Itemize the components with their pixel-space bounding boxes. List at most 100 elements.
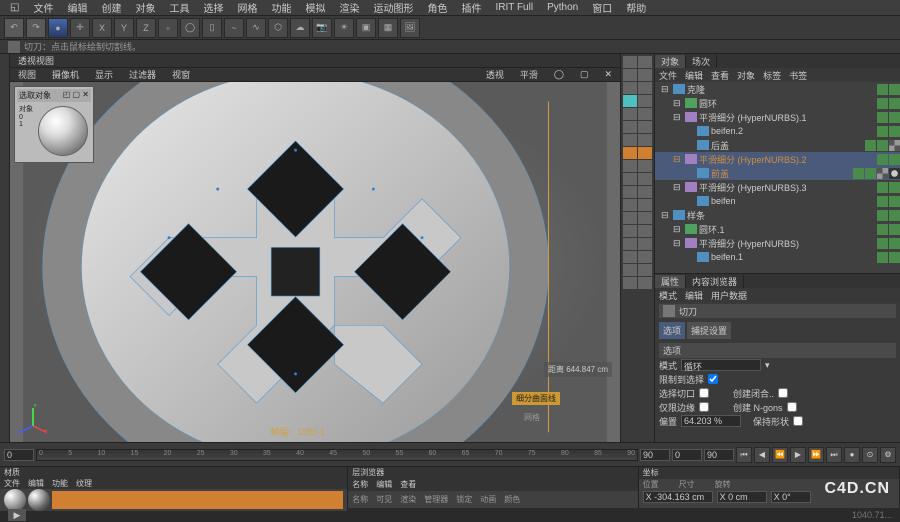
palette-icon[interactable] (623, 277, 637, 289)
mat-menu-item[interactable]: 功能 (48, 478, 72, 489)
vp-menu-显示[interactable]: 显示 (91, 68, 117, 81)
rot-x-input[interactable]: X 0° (771, 491, 811, 503)
options-tab[interactable]: 选项 (659, 322, 685, 339)
tag-green[interactable] (889, 210, 900, 221)
tl-range-b[interactable]: 90 (704, 449, 734, 461)
axis-button[interactable]: ✛ (70, 18, 90, 38)
menu-插件[interactable]: 插件 (455, 0, 487, 15)
tag-green[interactable] (877, 112, 888, 123)
expand-icon[interactable]: ⊟ (661, 84, 671, 95)
nurbs-button[interactable]: ∿ (246, 18, 266, 38)
menu-选择[interactable]: 选择 (197, 0, 229, 15)
pic-button[interactable]: 🖼 (400, 18, 420, 38)
axis-gizmo[interactable]: Y X Z (18, 404, 48, 434)
menu-角色[interactable]: 角色 (421, 0, 453, 15)
material-gradient[interactable] (52, 491, 343, 509)
tree-row[interactable]: ⊟样条 (655, 208, 900, 222)
palette-icon[interactable] (638, 264, 652, 276)
attr-checkbox[interactable] (787, 402, 797, 412)
expand-icon[interactable]: ⊟ (673, 154, 683, 165)
timeline-control[interactable]: ▶ (790, 447, 806, 463)
palette-icon[interactable] (638, 277, 652, 289)
tree-row[interactable]: beifen.2 (655, 124, 900, 138)
tag-green[interactable] (877, 154, 888, 165)
palette-icon[interactable] (638, 173, 652, 185)
expand-icon[interactable]: ⊟ (661, 210, 671, 221)
palette-icon[interactable] (623, 251, 637, 263)
vp-right-btn[interactable]: 透视 (482, 68, 508, 81)
mat-menu-item[interactable]: 纹理 (72, 478, 96, 489)
env-button[interactable]: ☁ (290, 18, 310, 38)
timeline-track[interactable]: 051015202530354045505560657075808590 (36, 449, 638, 461)
attr-tab[interactable]: 属性 (655, 275, 686, 288)
vp-menu-过滤器[interactable]: 过滤器 (125, 68, 160, 81)
tag-green[interactable] (877, 252, 888, 263)
menu-帮助[interactable]: 帮助 (620, 0, 652, 15)
palette-icon[interactable] (623, 199, 637, 211)
timeline-control[interactable]: ⊙ (862, 447, 878, 463)
tag-green[interactable] (889, 112, 900, 123)
obj-menu-标签[interactable]: 标签 (763, 69, 781, 82)
x-button[interactable]: X (92, 18, 112, 38)
coord-x-input[interactable]: X -304.163 cm (643, 491, 713, 503)
palette-icon[interactable] (623, 264, 637, 276)
timeline-control[interactable]: ⚙ (880, 447, 896, 463)
light-button[interactable]: ☀ (334, 18, 354, 38)
palette-icon[interactable] (638, 121, 652, 133)
palette-icon[interactable] (623, 160, 637, 172)
menu-IRIT Full[interactable]: IRIT Full (489, 2, 539, 13)
mode-dropdown[interactable]: 循环 (681, 359, 761, 371)
z-button[interactable]: Z (136, 18, 156, 38)
palette-icon[interactable] (638, 108, 652, 120)
tag-green[interactable] (877, 126, 888, 137)
palette-icon[interactable] (638, 56, 652, 68)
tag-green[interactable] (889, 98, 900, 109)
expand-icon[interactable]: ⊟ (673, 112, 683, 123)
menu-编辑[interactable]: 编辑 (61, 0, 93, 15)
cam-button[interactable]: 📷 (312, 18, 332, 38)
coord-tab[interactable]: 坐标 (639, 467, 663, 479)
timeline-control[interactable]: ⏭ (826, 447, 842, 463)
tag-green[interactable] (889, 238, 900, 249)
obj-menu-对象[interactable]: 对象 (737, 69, 755, 82)
tag-dot[interactable] (889, 168, 900, 179)
cube-button[interactable]: ▫ (158, 18, 178, 38)
tree-row[interactable]: ⊟平滑细分 (HyperNURBS).3 (655, 180, 900, 194)
tag-green[interactable] (889, 224, 900, 235)
object-tree[interactable]: ⊟克隆⊟圆环⊟平滑细分 (HyperNURBS).1beifen.2后盖⊟平滑细… (655, 82, 900, 273)
tree-row[interactable]: beifen.1 (655, 250, 900, 264)
menu-网格[interactable]: 网格 (231, 0, 263, 15)
obj-menu-查看[interactable]: 查看 (711, 69, 729, 82)
attr-menu-用户数据[interactable]: 用户数据 (711, 289, 747, 302)
tag-green[interactable] (889, 182, 900, 193)
sphere-button[interactable]: ◯ (180, 18, 200, 38)
palette-icon[interactable] (623, 95, 637, 107)
expand-icon[interactable]: ⊟ (673, 238, 683, 249)
layer-menu-item[interactable]: 查看 (396, 479, 420, 491)
attr-checkbox[interactable] (708, 374, 718, 384)
menu-对象[interactable]: 对象 (129, 0, 161, 15)
tag-green[interactable] (889, 252, 900, 263)
obj-menu-文件[interactable]: 文件 (659, 69, 677, 82)
palette-icon[interactable] (623, 238, 637, 250)
tree-row[interactable]: ⊟平滑细分 (HyperNURBS).2 (655, 152, 900, 166)
expand-icon[interactable]: ⊟ (673, 224, 683, 235)
timeline-control[interactable]: ◀ (754, 447, 770, 463)
layer-menu-item[interactable]: 编辑 (372, 479, 396, 491)
dropdown-arrow-icon[interactable]: ▾ (765, 360, 770, 371)
tl-start-input[interactable]: 0 (4, 449, 34, 461)
spline-button[interactable]: ~ (224, 18, 244, 38)
obj-menu-书签[interactable]: 书签 (789, 69, 807, 82)
palette-icon[interactable] (638, 251, 652, 263)
timeline-control[interactable]: ⏩ (808, 447, 824, 463)
palette-icon[interactable] (638, 134, 652, 146)
vp-menu-视图[interactable]: 视图 (14, 68, 40, 81)
obj-tab-场次[interactable]: 场次 (686, 55, 717, 68)
tag-green[interactable] (877, 210, 888, 221)
tree-row[interactable]: 后盖 (655, 138, 900, 152)
palette-icon[interactable] (623, 225, 637, 237)
size-x-input[interactable]: X 0 cm (717, 491, 767, 503)
render-button[interactable]: ▣ (356, 18, 376, 38)
tree-row[interactable]: ⊟平滑细分 (HyperNURBS).1 (655, 110, 900, 124)
timeline-control[interactable]: ● (844, 447, 860, 463)
